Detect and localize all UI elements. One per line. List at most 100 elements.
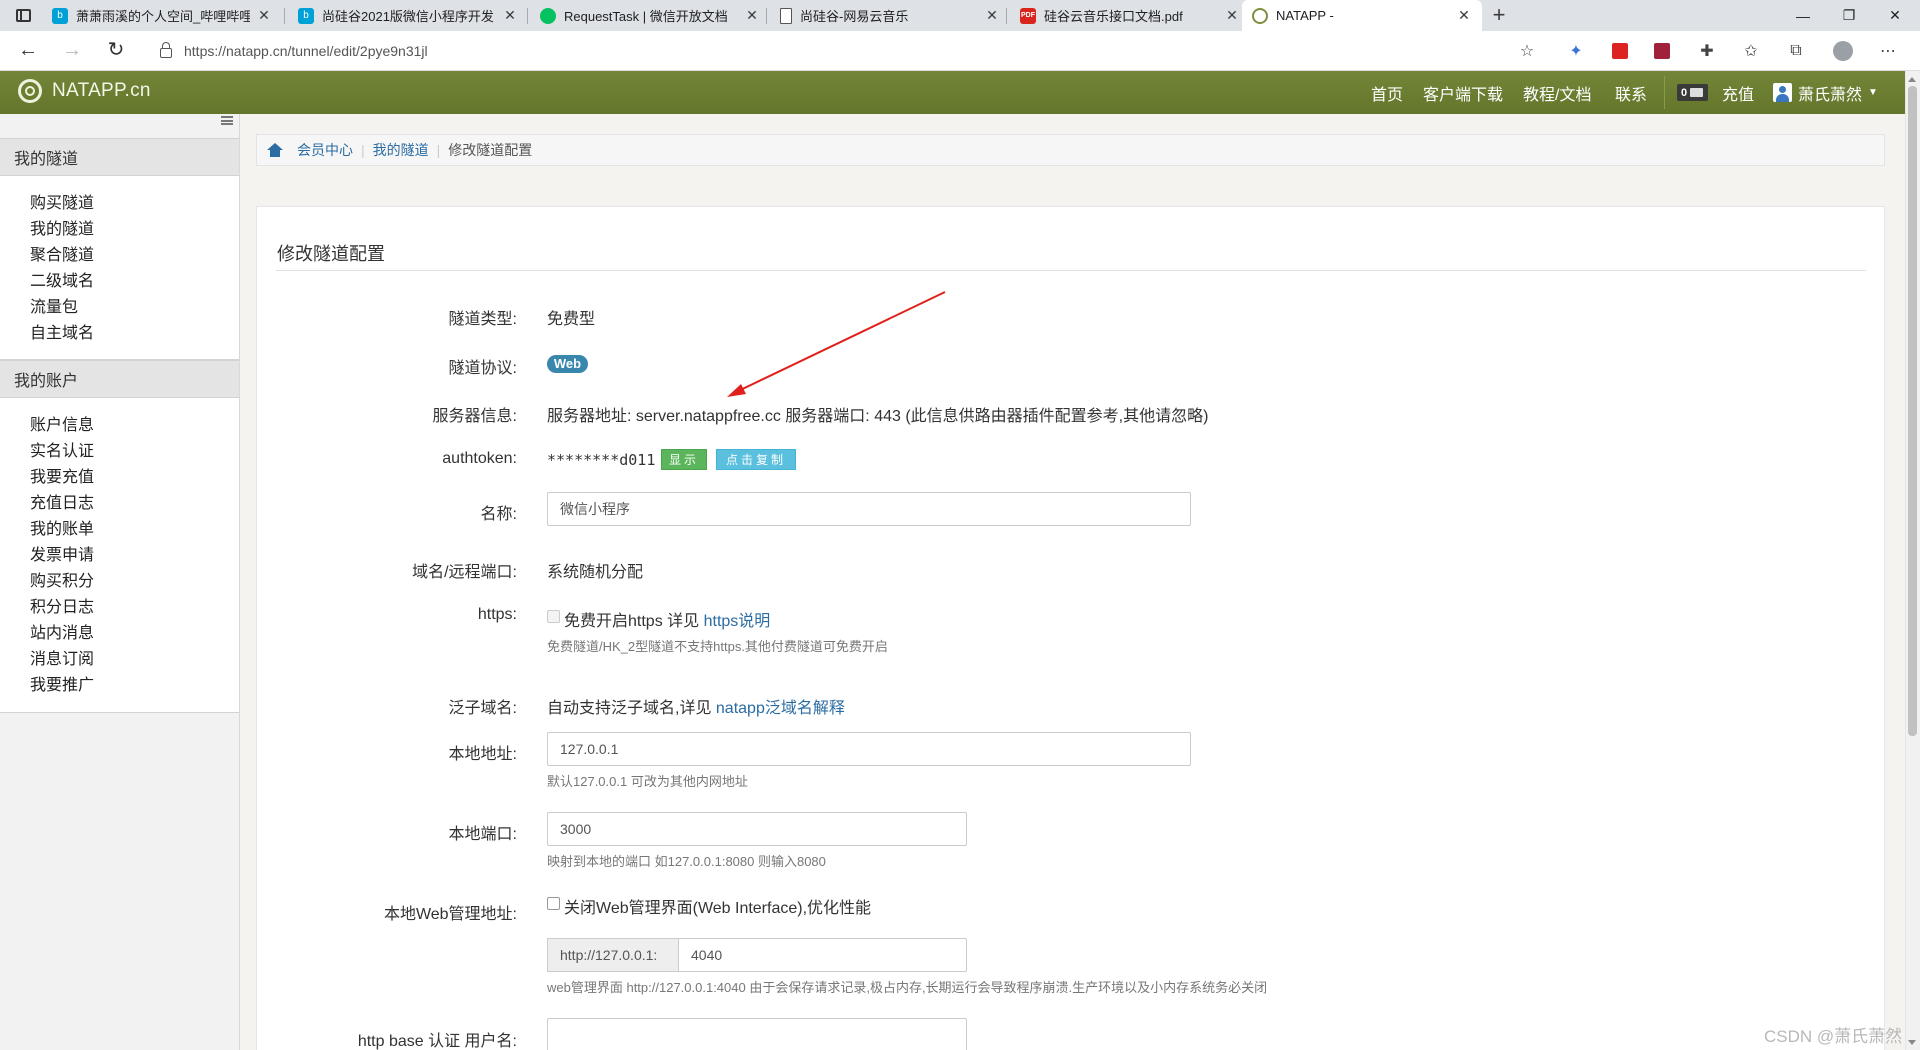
site-navbar: NATAPP.cn 首页 客户端下载 教程/文档 联系 0 充值 萧氏萧然 ▼ — [0, 71, 1905, 114]
user-icon[interactable] — [1773, 83, 1792, 102]
bilibili-icon: b — [298, 7, 314, 24]
web-admin-label: 本地Web管理地址: — [383, 906, 517, 923]
nav-recharge[interactable]: 充值 — [1722, 71, 1754, 114]
web-admin-help: web管理界面 http://127.0.0.1:4040 由于会保存请求记录,… — [547, 980, 1268, 995]
sidebar-item-buy-tunnel[interactable]: 购买隧道 — [0, 191, 239, 217]
breadcrumb-separator: | — [436, 142, 441, 158]
nav-client-download[interactable]: 客户端下载 — [1423, 71, 1503, 114]
browser-tab[interactable]: RequestTask | 微信开放文档 ✕ — [530, 0, 770, 31]
url-text[interactable]: https://natapp.cn/tunnel/edit/2pye9n31jl — [184, 43, 428, 59]
restore-icon[interactable]: ❐ — [1826, 0, 1872, 31]
minimize-icon[interactable]: — — [1780, 0, 1826, 31]
server-info-value: 服务器地址: server.natappfree.cc 服务器端口: 443 (… — [547, 408, 1209, 425]
sidebar-collapse-icon[interactable] — [221, 116, 233, 125]
browser-tab[interactable]: 尚硅谷-网易云音乐 ✕ — [770, 0, 1010, 31]
card-icon — [1690, 88, 1704, 97]
collections-icon[interactable]: ⧉ — [1785, 40, 1807, 62]
sidebar-item-real-name[interactable]: 实名认证 — [0, 439, 239, 465]
sidebar-item-promote[interactable]: 我要推广 — [0, 673, 239, 699]
sidebar-section-account[interactable]: 我的账户 — [0, 360, 239, 398]
page-title: 修改隧道配置 — [277, 244, 385, 264]
local-port-input[interactable]: 3000 — [547, 812, 967, 846]
browser-tab[interactable]: PDF 硅谷云音乐接口文档.pdf ✕ — [1010, 0, 1250, 31]
close-window-icon[interactable]: ✕ — [1872, 0, 1918, 31]
close-icon[interactable]: ✕ — [502, 7, 518, 24]
extension-icon[interactable]: ✦ — [1565, 40, 1587, 62]
extension-icon[interactable] — [1651, 40, 1673, 62]
close-icon[interactable]: ✕ — [1456, 7, 1472, 24]
name-input[interactable]: 微信小程序 — [547, 492, 1191, 526]
scroll-thumb[interactable] — [1908, 86, 1917, 736]
lock-icon[interactable] — [160, 42, 172, 58]
https-option: 免费开启https 详见 https说明 — [564, 613, 771, 630]
tunnel-type-value: 免费型 — [547, 311, 596, 328]
sidebar-section-tunnels[interactable]: 我的隧道 — [0, 138, 239, 176]
wildcard-value: 自动支持泛子域名,详见 natapp泛域名解释 — [547, 700, 845, 717]
close-icon[interactable]: ✕ — [1224, 7, 1240, 24]
breadcrumb-my-tunnels[interactable]: 我的隧道 — [373, 140, 429, 160]
sidebar-item-bill[interactable]: 我的账单 — [0, 517, 239, 543]
new-tab-icon[interactable]: + — [1487, 4, 1511, 28]
close-icon[interactable]: ✕ — [744, 7, 760, 24]
natapp-icon — [1252, 7, 1268, 24]
profile-avatar-icon[interactable] — [1832, 40, 1854, 62]
close-icon[interactable]: ✕ — [984, 7, 1000, 24]
http-auth-user-label: http base 认证 用户名: — [357, 1033, 517, 1050]
sidebar-item-subdomain[interactable]: 二级域名 — [0, 269, 239, 295]
browser-tab[interactable]: b 萧萧雨溪的个人空间_哔哩哔哩_b ✕ — [42, 0, 282, 31]
home-icon[interactable] — [267, 143, 283, 157]
sidebar-item-points-log[interactable]: 积分日志 — [0, 595, 239, 621]
breadcrumb-member-center[interactable]: 会员中心 — [297, 140, 353, 160]
sidebar-item-aggregate-tunnel[interactable]: 聚合隧道 — [0, 243, 239, 269]
local-address-input[interactable]: 127.0.0.1 — [547, 732, 1191, 766]
favorites-icon[interactable]: ✩ — [1740, 40, 1762, 62]
sidebar-item-custom-domain[interactable]: 自主域名 — [0, 321, 239, 347]
sidebar-item-recharge[interactable]: 我要充值 — [0, 465, 239, 491]
tunnel-type-label: 隧道类型: — [448, 311, 517, 328]
http-auth-user-input[interactable] — [547, 1018, 967, 1050]
title-divider — [276, 270, 1866, 271]
workspaces-icon[interactable] — [16, 9, 31, 22]
sidebar-item-subscribe[interactable]: 消息订阅 — [0, 647, 239, 673]
local-address-label: 本地地址: — [448, 746, 517, 763]
site-logo[interactable]: NATAPP.cn — [18, 79, 151, 103]
close-icon[interactable]: ✕ — [256, 7, 272, 24]
favorite-add-icon[interactable]: ☆ — [1516, 40, 1538, 62]
balance-badge[interactable]: 0 — [1677, 84, 1708, 101]
address-bar[interactable]: https://natapp.cn/tunnel/edit/2pye9n31jl — [146, 36, 1546, 66]
more-menu-icon[interactable]: ⋯ — [1877, 40, 1899, 62]
https-checkbox[interactable] — [547, 610, 560, 623]
sidebar-item-recharge-log[interactable]: 充值日志 — [0, 491, 239, 517]
nav-user-menu[interactable]: 萧氏萧然 ▼ — [1798, 71, 1878, 114]
sidebar-item-buy-points[interactable]: 购买积分 — [0, 569, 239, 595]
browser-tab-active[interactable]: NATAPP - ✕ — [1242, 0, 1482, 31]
scroll-down-icon[interactable] — [1908, 1040, 1916, 1045]
sidebar-item-account-info[interactable]: 账户信息 — [0, 413, 239, 439]
sidebar-item-invoice[interactable]: 发票申请 — [0, 543, 239, 569]
nav-tutorial-docs[interactable]: 教程/文档 — [1523, 71, 1591, 114]
domain-port-value: 系统随机分配 — [547, 564, 644, 581]
https-doc-link[interactable]: https说明 — [704, 613, 771, 630]
reload-icon[interactable]: ↻ — [104, 39, 128, 63]
copy-token-button[interactable]: 点击复制 — [716, 449, 796, 470]
forward-icon[interactable]: → — [60, 39, 84, 63]
sidebar-item-my-tunnels[interactable]: 我的隧道 — [0, 217, 239, 243]
extensions-puzzle-icon[interactable]: ✚ — [1696, 40, 1718, 62]
sidebar-list-account: 账户信息 实名认证 我要充值 充值日志 我的账单 发票申请 购买积分 积分日志 … — [0, 398, 239, 713]
sidebar-item-messages[interactable]: 站内消息 — [0, 621, 239, 647]
wildcard-doc-link[interactable]: natapp泛域名解释 — [716, 700, 845, 717]
show-token-button[interactable]: 显示 — [661, 449, 707, 470]
sidebar-item-traffic-pack[interactable]: 流量包 — [0, 295, 239, 321]
tab-separator — [766, 8, 767, 24]
breadcrumb: 会员中心 | 我的隧道 | 修改隧道配置 — [256, 134, 1885, 166]
web-admin-port-input[interactable]: 4040 — [678, 938, 967, 972]
browser-tab-strip: b 萧萧雨溪的个人空间_哔哩哔哩_b ✕ b 尚硅谷2021版微信小程序开发（ … — [0, 0, 1920, 31]
extension-icon[interactable] — [1609, 40, 1631, 62]
nav-home[interactable]: 首页 — [1371, 71, 1403, 114]
disable-web-admin-checkbox[interactable] — [547, 897, 560, 910]
breadcrumb-separator: | — [361, 142, 365, 158]
browser-tab[interactable]: b 尚硅谷2021版微信小程序开发（ ✕ — [288, 0, 528, 31]
nav-contact[interactable]: 联系 — [1615, 71, 1647, 114]
back-icon[interactable]: ← — [16, 39, 40, 63]
scroll-up-icon[interactable] — [1908, 77, 1916, 82]
